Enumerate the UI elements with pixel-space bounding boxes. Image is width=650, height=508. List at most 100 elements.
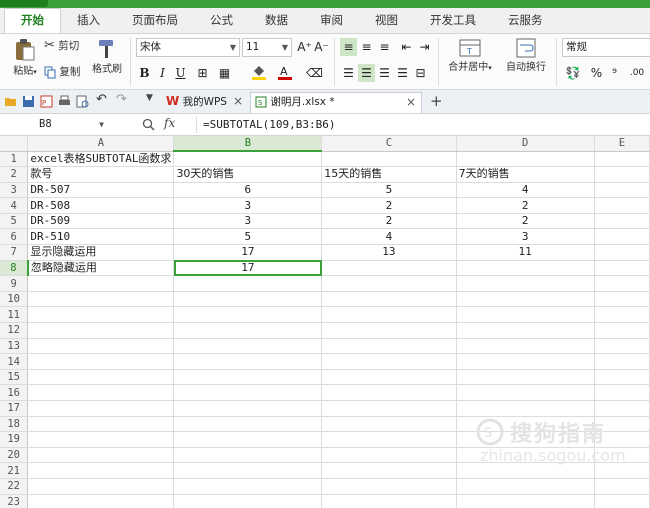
cell-e1[interactable] [594, 151, 650, 168]
cell-d3[interactable]: 4 [456, 182, 595, 199]
cell-c1[interactable] [321, 151, 457, 168]
row-header[interactable]: 22 [0, 478, 29, 495]
cell-c16[interactable] [321, 384, 457, 401]
cell-c21[interactable] [321, 462, 457, 479]
tab-developer[interactable]: 开发工具 [414, 9, 492, 33]
wrap-text-button[interactable]: 自动换行 [502, 38, 550, 73]
cell-e15[interactable] [594, 369, 650, 386]
column-header[interactable]: E [594, 136, 650, 152]
cell-c14[interactable] [321, 353, 457, 370]
cell-e13[interactable] [594, 338, 650, 355]
cell-d7[interactable]: 11 [456, 244, 595, 261]
cell-b8[interactable]: 17 [173, 260, 323, 277]
cell-b4[interactable]: 3 [173, 197, 323, 214]
cell-b3[interactable]: 6 [173, 182, 323, 199]
comma-style-button[interactable]: ⁹ [606, 64, 623, 82]
cell-d17[interactable] [456, 400, 595, 417]
cell-e16[interactable] [594, 384, 650, 401]
cell-e4[interactable] [594, 197, 650, 214]
cell-d4[interactable]: 2 [456, 197, 595, 214]
tab-home[interactable]: 开始 [4, 8, 61, 33]
cell-a17[interactable] [27, 400, 175, 417]
cell-e7[interactable] [594, 244, 650, 261]
cell-b22[interactable] [173, 478, 323, 495]
grow-font-button[interactable]: A⁺ [296, 38, 313, 56]
cell-c2[interactable]: 15天的销售 [321, 166, 457, 183]
cell-a23[interactable] [27, 494, 175, 508]
row-header[interactable]: 13 [0, 338, 29, 355]
cell-c3[interactable]: 5 [321, 182, 457, 199]
cell-b18[interactable] [173, 416, 323, 433]
row-header[interactable]: 14 [0, 353, 29, 370]
cell-a3[interactable]: DR-507 [27, 182, 175, 199]
cell-e8[interactable] [594, 260, 650, 277]
row-header[interactable]: 8 [0, 260, 29, 277]
cell-d11[interactable] [456, 306, 595, 324]
cell-b7[interactable]: 17 [173, 244, 323, 261]
cell-e18[interactable] [594, 416, 650, 433]
cell-d12[interactable] [456, 322, 595, 339]
cell-d5[interactable]: 2 [456, 213, 595, 230]
cell-d19[interactable] [456, 431, 595, 448]
tab-insert[interactable]: 插入 [61, 9, 116, 33]
cell-a9[interactable] [27, 275, 175, 292]
cell-a6[interactable]: DR-510 [27, 228, 175, 246]
customize-toolbar-icon[interactable]: ▼ [146, 93, 159, 106]
cell-a16[interactable] [27, 384, 175, 401]
cell-a22[interactable] [27, 478, 175, 495]
cell-a1[interactable]: excel表格SUBTOTAL函数求 [27, 151, 175, 168]
cell-b20[interactable] [173, 447, 323, 464]
cell-a4[interactable]: DR-508 [27, 197, 175, 214]
cell-c13[interactable] [321, 338, 457, 355]
font-color-button[interactable]: A [276, 64, 293, 82]
row-header[interactable]: 11 [0, 306, 29, 324]
cell-e23[interactable] [594, 494, 650, 508]
cell-c22[interactable] [321, 478, 457, 495]
cell-d2[interactable]: 7天的销售 [456, 166, 595, 183]
align-center-button[interactable]: ☰ [358, 64, 375, 82]
cell-d9[interactable] [456, 275, 595, 292]
cell-d23[interactable] [456, 494, 595, 508]
cell-b19[interactable] [173, 431, 323, 448]
new-tab-button[interactable]: + [426, 92, 443, 113]
cell-e3[interactable] [594, 182, 650, 199]
cell-c17[interactable] [321, 400, 457, 417]
print-icon[interactable] [58, 95, 71, 108]
underline-button[interactable]: U [172, 64, 189, 82]
cell-d18[interactable] [456, 416, 595, 433]
select-all-corner[interactable] [0, 136, 29, 152]
zoom-search-icon[interactable] [142, 118, 155, 131]
cell-e9[interactable] [594, 275, 650, 292]
cell-b6[interactable]: 5 [173, 228, 323, 246]
tab-document[interactable]: S 谢明月.xlsx * × [250, 92, 422, 113]
cell-a12[interactable] [27, 322, 175, 339]
align-left-button[interactable]: ☰ [340, 64, 357, 82]
cell-a7[interactable]: 显示隐藏运用 [27, 244, 175, 261]
cell-b2[interactable]: 30天的销售 [173, 166, 323, 183]
cell-b9[interactable] [173, 275, 323, 292]
copy-button[interactable]: 复制 [44, 64, 80, 79]
cell-c11[interactable] [321, 306, 457, 324]
row-header[interactable]: 10 [0, 291, 29, 308]
cell-e14[interactable] [594, 353, 650, 370]
cell-e19[interactable] [594, 431, 650, 448]
cell-c18[interactable] [321, 416, 457, 433]
bold-button[interactable]: B [136, 64, 153, 82]
cell-e6[interactable] [594, 228, 650, 246]
cell-a2[interactable]: 款号 [27, 166, 175, 183]
cell-c4[interactable]: 2 [321, 197, 457, 214]
cell-a8[interactable]: 忽略隐藏运用 [27, 260, 175, 277]
cell-a13[interactable] [27, 338, 175, 355]
cell-d10[interactable] [456, 291, 595, 308]
cell-e10[interactable] [594, 291, 650, 308]
fill-style-button[interactable]: ▦ [216, 64, 233, 82]
cell-d13[interactable] [456, 338, 595, 355]
cell-b13[interactable] [173, 338, 323, 355]
row-header[interactable]: 2 [0, 166, 29, 183]
cell-a11[interactable] [27, 306, 175, 324]
redo-icon[interactable]: ↷ [116, 92, 129, 107]
tab-wps-home[interactable]: W 我的WPS × [162, 92, 248, 113]
cell-c9[interactable] [321, 275, 457, 292]
tab-formulas[interactable]: 公式 [194, 9, 249, 33]
justify-button[interactable]: ☰ [394, 64, 411, 82]
